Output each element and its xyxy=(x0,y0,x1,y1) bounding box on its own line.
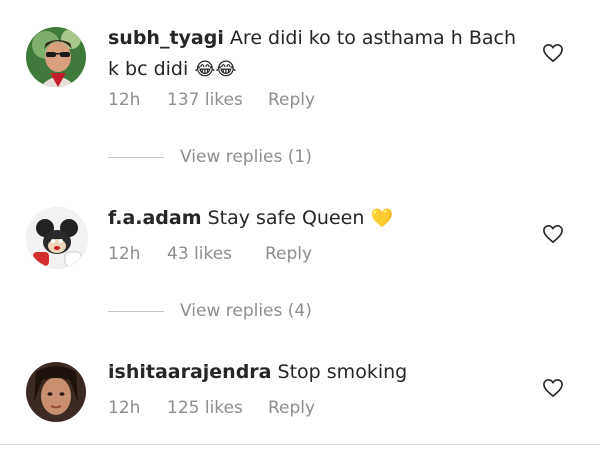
comment-time: 12h xyxy=(108,90,141,110)
view-replies-label[interactable]: View replies (4) xyxy=(180,301,312,321)
comment-meta: 12h 43 likes Reply xyxy=(108,244,312,264)
avatar[interactable] xyxy=(26,362,86,422)
avatar[interactable] xyxy=(26,27,86,87)
comment-likes[interactable]: 43 likes xyxy=(167,244,265,264)
comment-meta: 12h 137 likes Reply xyxy=(108,90,315,110)
comment-meta: 12h 125 likes Reply xyxy=(108,398,315,418)
laughing-emoji-icon: 😂😂 xyxy=(194,59,237,80)
heart-outline-icon[interactable] xyxy=(542,224,564,244)
heart-outline-icon[interactable] xyxy=(542,378,564,398)
heart-outline-icon[interactable] xyxy=(542,43,564,63)
divider-line xyxy=(108,310,164,312)
divider-line xyxy=(108,156,164,158)
view-replies[interactable]: View replies (4) xyxy=(108,301,312,321)
comment-body: Stop smoking xyxy=(277,361,408,383)
comment-text: ishitaarajendra Stop smoking xyxy=(108,357,528,388)
yellow-heart-emoji-icon: 💛 xyxy=(370,208,393,229)
bottom-divider xyxy=(0,444,600,445)
comment-text: subh_tyagi Are didi ko to asthama h Bach… xyxy=(108,23,528,85)
comment-username[interactable]: subh_tyagi xyxy=(108,27,224,49)
view-replies-label[interactable]: View replies (1) xyxy=(180,147,312,167)
reply-button[interactable]: Reply xyxy=(268,398,315,418)
avatar[interactable] xyxy=(26,207,88,269)
comment-time: 12h xyxy=(108,398,141,418)
comment-time: 12h xyxy=(108,244,141,264)
view-replies[interactable]: View replies (1) xyxy=(108,147,312,167)
comment-likes[interactable]: 125 likes xyxy=(167,398,268,418)
comment-body: Stay safe Queen xyxy=(207,207,365,229)
comment-username[interactable]: ishitaarajendra xyxy=(108,361,272,383)
comment-likes[interactable]: 137 likes xyxy=(167,90,268,110)
comment-username[interactable]: f.a.adam xyxy=(108,207,202,229)
comment-text: f.a.adam Stay safe Queen 💛 xyxy=(108,203,528,234)
reply-button[interactable]: Reply xyxy=(268,90,315,110)
reply-button[interactable]: Reply xyxy=(265,244,312,264)
